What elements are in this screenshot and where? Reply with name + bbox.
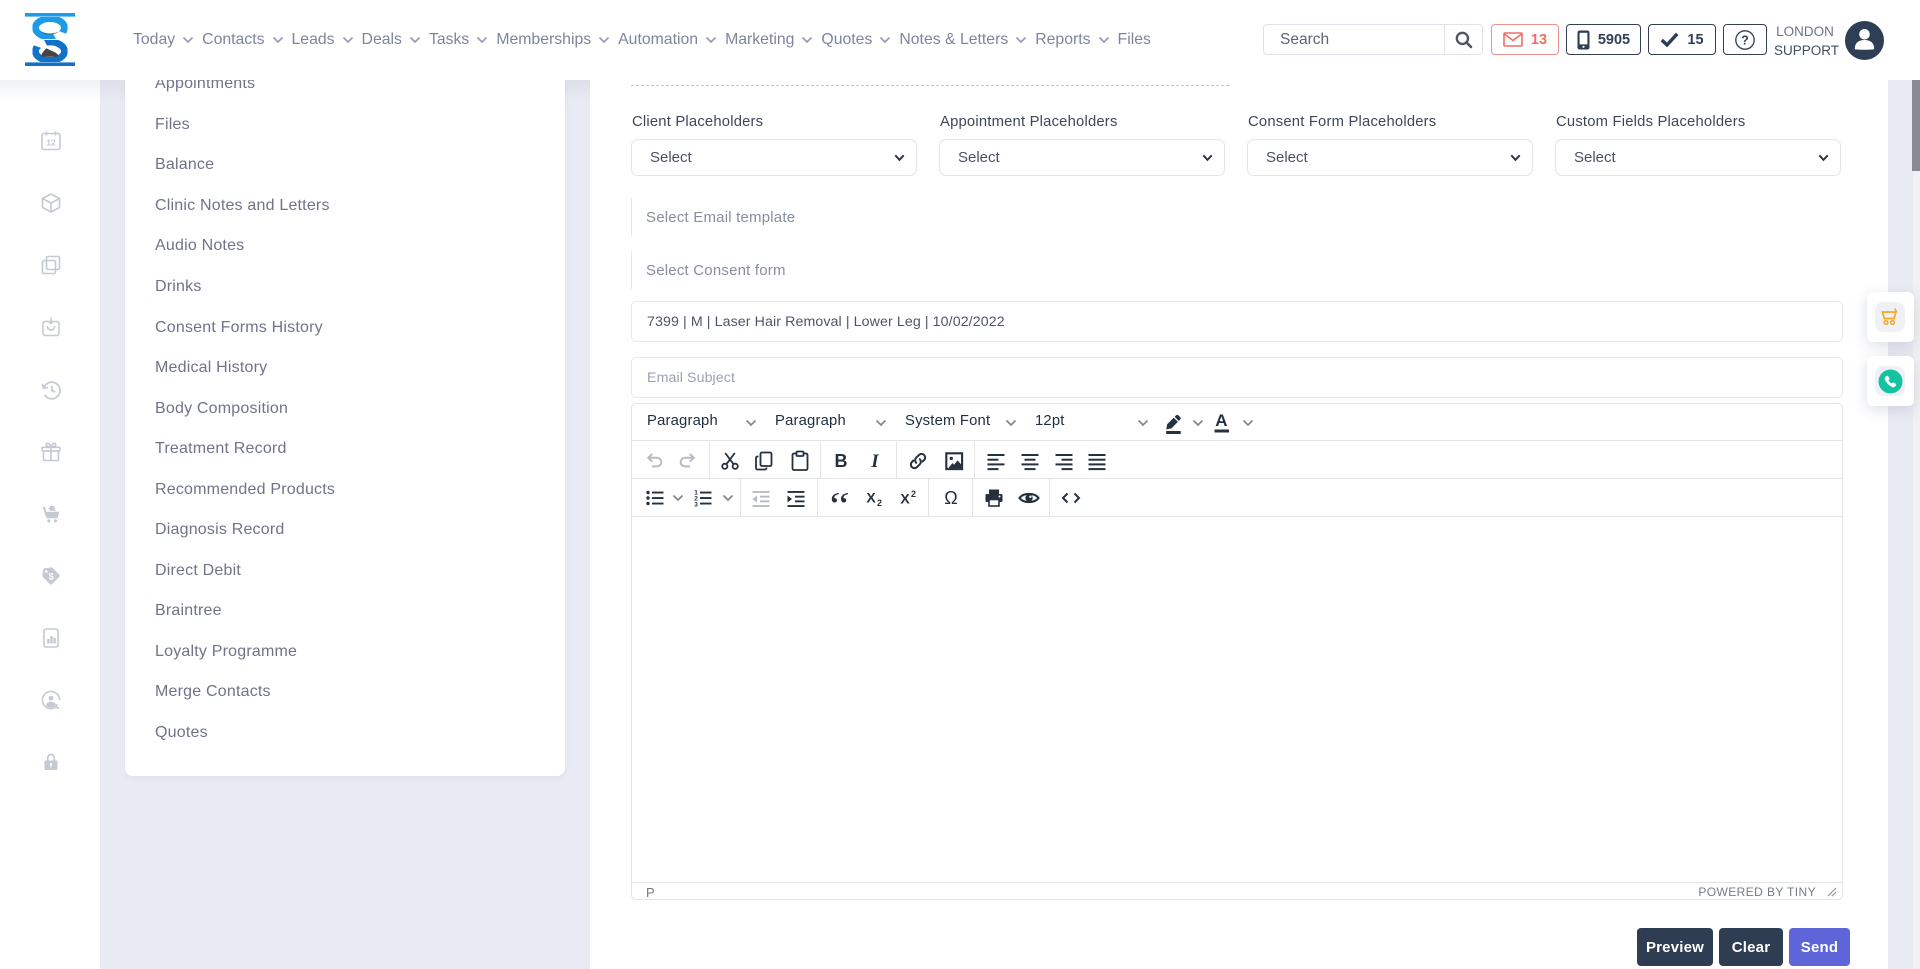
- svg-text:2: 2: [877, 498, 882, 508]
- svg-text:X: X: [900, 490, 910, 506]
- svg-text:$: $: [49, 572, 55, 583]
- svg-text:12: 12: [46, 138, 56, 148]
- svg-text:A: A: [1215, 411, 1227, 430]
- svg-text:3: 3: [694, 501, 698, 508]
- svg-text:X: X: [866, 489, 876, 505]
- svg-text:Ω: Ω: [944, 488, 957, 508]
- svg-text:B: B: [835, 451, 848, 471]
- svg-text:I: I: [870, 451, 879, 472]
- svg-text:?: ?: [1741, 33, 1749, 47]
- svg-text:2: 2: [911, 489, 916, 499]
